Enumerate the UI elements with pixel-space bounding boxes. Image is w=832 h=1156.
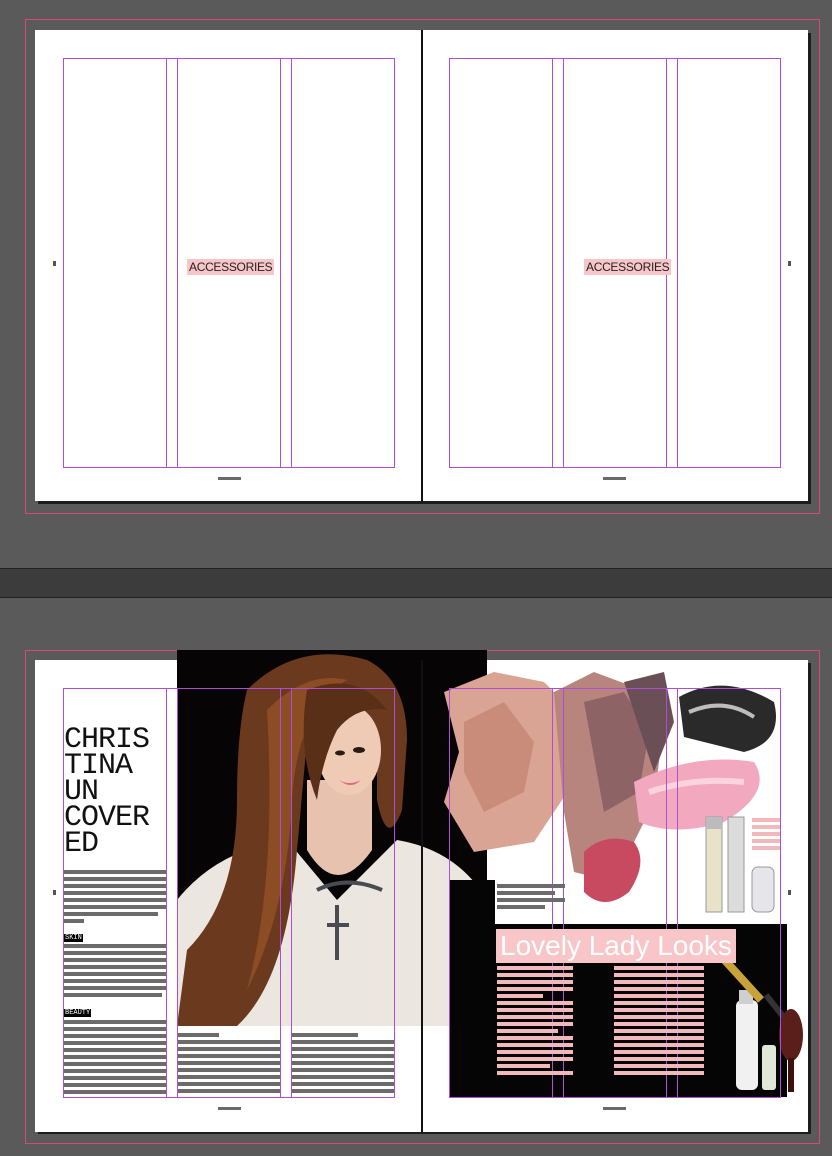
page-number-marker: [603, 477, 626, 480]
column-guide: [280, 688, 281, 1098]
accessories-label-right[interactable]: ACCESSORIES: [584, 259, 672, 275]
body-text-col3[interactable]: [292, 1033, 394, 1096]
column-guide: [166, 58, 167, 468]
body-text-intro[interactable]: [64, 870, 166, 926]
column-guide: [291, 58, 292, 468]
spine-bottom: [421, 660, 423, 1132]
section-label-skin[interactable]: SKIN: [64, 934, 83, 942]
spine-top: [421, 30, 423, 502]
caption-text-right[interactable]: [752, 818, 780, 853]
column-guide: [177, 58, 178, 468]
page-number-marker: [603, 1107, 626, 1110]
spread-separator: [0, 568, 832, 598]
page-edge-marker: [53, 261, 56, 266]
feature-body-col1[interactable]: [497, 966, 573, 1078]
page-number-marker: [218, 1107, 241, 1110]
headline[interactable]: CHRIS TINA UN COVER ED: [64, 725, 150, 859]
column-guide: [280, 58, 281, 468]
column-guide: [552, 58, 553, 468]
column-guide: [166, 688, 167, 1098]
body-text-col2[interactable]: [178, 1033, 280, 1096]
column-guide: [563, 58, 564, 468]
feature-title[interactable]: Lovely Lady Looks: [496, 929, 736, 963]
body-text-beauty[interactable]: [64, 1020, 166, 1097]
column-guide: [677, 58, 678, 468]
page-number-marker: [218, 477, 241, 480]
feature-body-col2[interactable]: [614, 966, 704, 1078]
page-edge-marker: [788, 890, 791, 895]
page-edge-marker: [788, 261, 791, 266]
caption-text-left[interactable]: [497, 884, 565, 912]
page-edge-marker: [53, 890, 56, 895]
accessories-label-left[interactable]: ACCESSORIES: [187, 259, 275, 275]
section-label-beauty[interactable]: BEAUTY: [64, 1009, 92, 1017]
body-text-skin[interactable]: [64, 944, 166, 1000]
